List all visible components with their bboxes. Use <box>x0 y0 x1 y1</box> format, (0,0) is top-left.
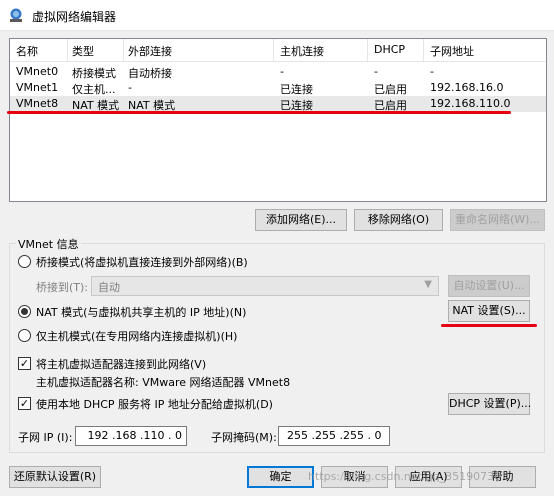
row-external: 自动桥接 <box>128 67 172 80</box>
chevron-down-icon: ▼ <box>424 279 432 290</box>
column-name[interactable]: 名称 <box>16 43 38 59</box>
restore-defaults-button[interactable]: 还原默认设置(R) <box>9 466 101 488</box>
red-underline-annotation <box>441 324 537 327</box>
host-only-radio[interactable] <box>18 329 31 342</box>
row-name: VMnet0 <box>16 65 59 78</box>
nat-settings-button[interactable]: NAT 设置(S)... <box>448 300 530 322</box>
cancel-button[interactable]: 取消 <box>321 466 388 488</box>
row-external: - <box>128 81 132 94</box>
row-type: 桥接模式 <box>72 67 116 80</box>
subnet-mask-field[interactable]: 255 .255 .255 . 0 <box>278 426 390 446</box>
bridge-mode-label[interactable]: 桥接模式(将虚拟机直接连接到外部网络)(B) <box>36 254 248 270</box>
subnet-ip-field[interactable]: 192 .168 .110 . 0 <box>75 426 187 446</box>
subnet-mask-value: 255 .255 .255 . 0 <box>287 429 382 442</box>
title-bar: 虚拟网络编辑器 <box>0 0 554 31</box>
subnet-ip-label: 子网 IP (I): <box>18 431 73 444</box>
bridge-to-select[interactable]: 自动 ▼ <box>91 276 439 296</box>
bridge-to-label: 桥接到(T): <box>36 281 89 294</box>
rename-network-button[interactable]: 重命名网络(W)... <box>450 209 545 231</box>
apply-button[interactable]: 应用(A) <box>395 466 462 488</box>
host-only-label[interactable]: 仅主机模式(在专用网络内连接虚拟机)(H) <box>36 328 237 344</box>
red-underline-annotation <box>7 111 511 114</box>
adapter-name-text: 主机虚拟适配器名称: VMware 网络适配器 VMnet8 <box>36 376 291 389</box>
column-divider[interactable] <box>273 39 274 61</box>
ok-button[interactable]: 确定 <box>247 466 314 488</box>
vmware-network-icon <box>10 8 22 22</box>
row-name: VMnet1 <box>16 81 59 94</box>
row-subnet: 192.168.110.0 <box>430 97 511 110</box>
list-header: 名称 类型 外部连接 主机连接 DHCP 子网地址 <box>10 39 546 62</box>
row-host: 已连接 <box>280 83 313 96</box>
dhcp-settings-button[interactable]: DHCP 设置(P)... <box>448 393 531 415</box>
row-dhcp: 已启用 <box>374 83 407 96</box>
auto-settings-button[interactable]: 自动设置(U)... <box>448 275 530 297</box>
check-icon: ✓ <box>19 357 30 370</box>
window-title: 虚拟网络编辑器 <box>32 10 117 24</box>
column-host[interactable]: 主机连接 <box>280 43 324 59</box>
help-button[interactable]: 帮助 <box>469 466 536 488</box>
table-row[interactable]: VMnet0 桥接模式 自动桥接 - - - <box>10 64 546 80</box>
column-divider[interactable] <box>423 39 424 61</box>
subnet-ip-value: 192 .168 .110 . 0 <box>84 429 182 442</box>
check-icon: ✓ <box>19 397 30 410</box>
row-subnet: - <box>430 65 434 78</box>
use-dhcp-label[interactable]: 使用本地 DHCP 服务将 IP 地址分配给虚拟机(D) <box>36 396 273 412</box>
row-subnet: 192.168.16.0 <box>430 81 504 94</box>
column-subnet[interactable]: 子网地址 <box>430 43 474 59</box>
column-dhcp[interactable]: DHCP <box>374 43 405 56</box>
connect-adapter-checkbox[interactable]: ✓ <box>18 357 31 370</box>
column-divider[interactable] <box>367 39 368 61</box>
table-row-selected[interactable]: VMnet8 NAT 模式 NAT 模式 已连接 已启用 192.168.110… <box>10 96 546 112</box>
column-external[interactable]: 外部连接 <box>128 43 172 59</box>
column-type[interactable]: 类型 <box>72 43 94 59</box>
table-row[interactable]: VMnet1 仅主机... - 已连接 已启用 192.168.16.0 <box>10 80 546 96</box>
use-dhcp-checkbox[interactable]: ✓ <box>18 397 31 410</box>
row-host: - <box>280 65 284 78</box>
bridge-mode-radio[interactable] <box>18 255 31 268</box>
network-list[interactable]: 名称 类型 外部连接 主机连接 DHCP 子网地址 VMnet0 桥接模式 自动… <box>9 38 547 202</box>
row-name: VMnet8 <box>16 97 59 110</box>
bridge-to-value: 自动 <box>98 281 120 294</box>
nat-mode-radio[interactable] <box>18 305 31 318</box>
add-network-button[interactable]: 添加网络(E)... <box>255 209 347 231</box>
row-type: 仅主机... <box>72 83 116 96</box>
row-dhcp: - <box>374 65 378 78</box>
connect-adapter-label[interactable]: 将主机虚拟适配器连接到此网络(V) <box>36 356 206 372</box>
nat-mode-label[interactable]: NAT 模式(与虚拟机共享主机的 IP 地址)(N) <box>36 304 246 320</box>
vmnet-info-title: VMnet 信息 <box>16 236 81 252</box>
remove-network-button[interactable]: 移除网络(O) <box>354 209 443 231</box>
column-divider[interactable] <box>123 39 124 61</box>
column-divider[interactable] <box>67 39 68 61</box>
subnet-mask-label: 子网掩码(M): <box>211 431 277 444</box>
